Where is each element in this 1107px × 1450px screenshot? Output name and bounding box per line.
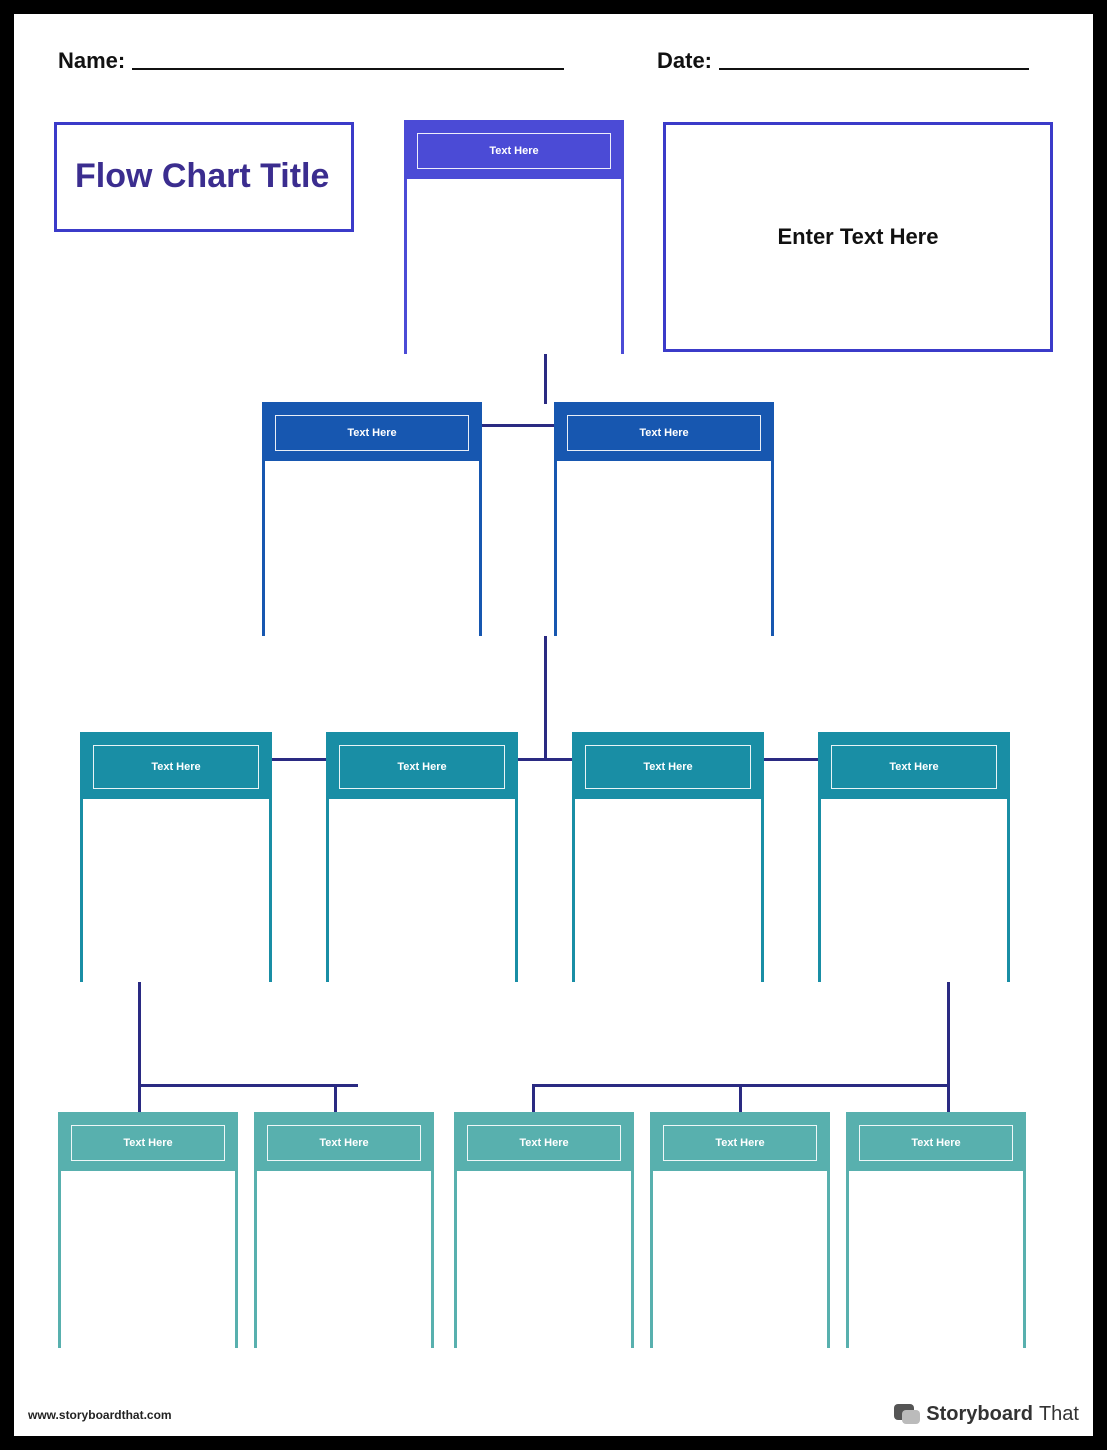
- node-l2-1[interactable]: Text Here: [262, 402, 482, 636]
- node-header: Text Here: [575, 735, 761, 799]
- node-label: Text Here: [489, 145, 538, 157]
- connector: [739, 1084, 742, 1114]
- node-body[interactable]: [821, 799, 1007, 982]
- node-body[interactable]: [457, 1171, 631, 1348]
- node-header: Text Here: [849, 1115, 1023, 1171]
- node-l3-2[interactable]: Text Here: [326, 732, 518, 982]
- node-body[interactable]: [849, 1171, 1023, 1348]
- date-line[interactable]: [719, 68, 1029, 70]
- node-l3-4[interactable]: Text Here: [818, 732, 1010, 982]
- outer-frame: Name: Date: Flow Chart Title Enter Text …: [0, 0, 1107, 1450]
- footer-brand: Storyboard That: [894, 1403, 1079, 1426]
- node-header: Text Here: [457, 1115, 631, 1171]
- worksheet-page: Name: Date: Flow Chart Title Enter Text …: [14, 14, 1093, 1436]
- node-label: Text Here: [639, 427, 688, 439]
- node-label: Text Here: [643, 761, 692, 773]
- node-l4-5[interactable]: Text Here: [846, 1112, 1026, 1348]
- node-body[interactable]: [83, 799, 269, 982]
- brand-strong: Storyboard: [926, 1403, 1033, 1426]
- speech-bubble-icon: [894, 1404, 920, 1426]
- node-body[interactable]: [61, 1171, 235, 1348]
- node-header: Text Here: [653, 1115, 827, 1171]
- connector: [138, 1084, 141, 1114]
- node-l1-1[interactable]: Text Here: [404, 120, 624, 354]
- connector: [544, 354, 547, 404]
- connector: [532, 1084, 535, 1114]
- title-text: Flow Chart Title: [75, 157, 329, 196]
- node-body[interactable]: [329, 799, 515, 982]
- node-label: Text Here: [911, 1137, 960, 1149]
- node-label: Text Here: [347, 427, 396, 439]
- node-label: Text Here: [397, 761, 446, 773]
- node-label: Text Here: [123, 1137, 172, 1149]
- node-body[interactable]: [653, 1171, 827, 1348]
- connector: [174, 758, 914, 761]
- date-label: Date:: [657, 48, 712, 74]
- node-header: Text Here: [821, 735, 1007, 799]
- node-header: Text Here: [257, 1115, 431, 1171]
- node-header: Text Here: [329, 735, 515, 799]
- node-label: Text Here: [151, 761, 200, 773]
- brand-thin: That: [1039, 1403, 1079, 1426]
- name-line[interactable]: [132, 68, 564, 70]
- node-l4-4[interactable]: Text Here: [650, 1112, 830, 1348]
- node-body[interactable]: [407, 179, 621, 354]
- node-header: Text Here: [61, 1115, 235, 1171]
- connector: [947, 1084, 950, 1114]
- node-body[interactable]: [575, 799, 761, 982]
- node-label: Text Here: [519, 1137, 568, 1149]
- node-body[interactable]: [257, 1171, 431, 1348]
- node-label: Text Here: [889, 761, 938, 773]
- node-l2-2[interactable]: Text Here: [554, 402, 774, 636]
- enter-text-label: Enter Text Here: [778, 224, 939, 250]
- node-l3-3[interactable]: Text Here: [572, 732, 764, 982]
- name-label: Name:: [58, 48, 125, 74]
- node-body[interactable]: [265, 461, 479, 636]
- node-l4-2[interactable]: Text Here: [254, 1112, 434, 1348]
- node-l4-3[interactable]: Text Here: [454, 1112, 634, 1348]
- enter-text-box[interactable]: Enter Text Here: [663, 122, 1053, 352]
- node-header: Text Here: [557, 405, 771, 461]
- footer-url: www.storyboardthat.com: [28, 1408, 172, 1422]
- node-l3-1[interactable]: Text Here: [80, 732, 272, 982]
- connector: [544, 636, 547, 758]
- node-header: Text Here: [407, 123, 621, 179]
- node-header: Text Here: [83, 735, 269, 799]
- node-l4-1[interactable]: Text Here: [58, 1112, 238, 1348]
- connector: [138, 1084, 358, 1087]
- connector: [334, 1084, 337, 1114]
- node-label: Text Here: [715, 1137, 764, 1149]
- node-body[interactable]: [557, 461, 771, 636]
- node-label: Text Here: [319, 1137, 368, 1149]
- node-header: Text Here: [265, 405, 479, 461]
- title-box[interactable]: Flow Chart Title: [54, 122, 354, 232]
